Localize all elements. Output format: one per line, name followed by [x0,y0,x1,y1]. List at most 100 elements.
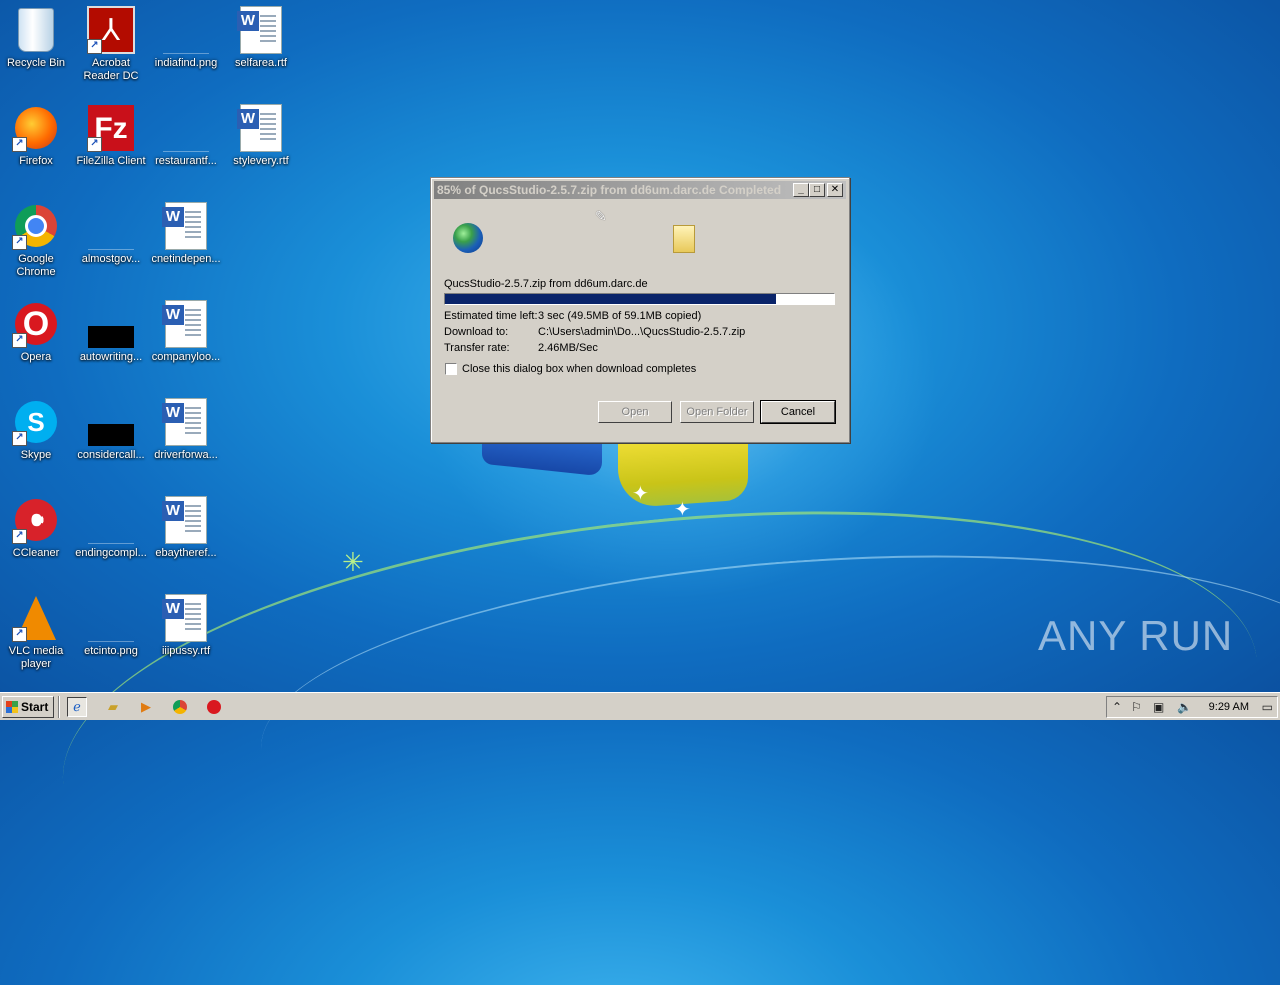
desktop-icon-indiafind[interactable]: indiafind.png [144,6,228,70]
download-file-line: QucsStudio-2.5.7.zip from dd6um.darc.de [444,278,648,290]
open-folder-button[interactable]: Open Folder [680,401,754,423]
image-file-icon [163,125,209,152]
dialog-titlebar[interactable]: 85% of QucsStudio-2.5.7.zip from dd6um.d… [434,181,846,199]
media-player-icon[interactable]: ▶ [136,697,156,717]
desktop-icon-vlc[interactable]: ↗ VLC media player [0,594,78,671]
desktop-icon-label: cnetindepen... [151,253,221,265]
flying-paper-icon: ✎ [595,208,607,224]
minimize-button[interactable]: _ [793,183,809,197]
desktop-icon-label: ebaytheref... [155,547,217,559]
shortcut-arrow-icon: ↗ [12,529,27,544]
desktop-icon-label: indiafind.png [154,57,218,69]
image-file-icon [88,517,134,544]
image-file-icon [163,27,209,54]
explorer-folder-icon[interactable]: ▰ [103,697,123,717]
desktop-icon-ebaytheref[interactable]: W ebaytheref... [144,496,228,560]
desktop-icon-ccleaner[interactable]: C ↗ CCleaner [0,496,78,560]
clock[interactable]: 9:29 AM [1209,701,1249,713]
desktop-icon-acrobat[interactable]: ⅄ ↗ Acrobat Reader DC [69,6,153,83]
desktop-icon-etcinto[interactable]: etcinto.png [69,594,153,658]
desktop-icon-label: Google Chrome [16,253,56,278]
desktop-icon-recycle-bin[interactable]: Recycle Bin [0,6,78,70]
estimated-time-label: Estimated time left: [444,310,538,322]
desktop-icon-considercall[interactable]: considercall... [69,398,153,462]
desktop-icon-label: CCleaner [12,547,60,559]
desktop-icon-opera[interactable]: O ↗ Opera [0,300,78,364]
desktop-icon-label: companyloo... [151,351,221,363]
windows-flag-icon [6,701,18,713]
show-hidden-icons-icon[interactable]: ⌃ [1112,700,1122,714]
word-doc-icon: W [162,496,207,544]
taskbar: Start ℯ ▰ ▶ ⌃ ⚐ ▣ 🔈 9:29 AM ▭ [0,692,1280,720]
desktop-icon-label: restaurantf... [155,155,217,167]
globe-icon [453,223,483,253]
ie-quicklaunch-icon[interactable]: ℯ [67,697,87,717]
desktop-icon-label: autowriting... [79,351,143,363]
desktop-icon-driverforwa[interactable]: W driverforwa... [144,398,228,462]
transfer-rate-label: Transfer rate: [444,342,510,354]
image-file-icon [88,223,134,250]
start-label: Start [21,700,49,714]
desktop-icon-stylevery[interactable]: W stylevery.rtf [219,104,303,168]
open-button[interactable]: Open [598,401,672,423]
desktop-icon-endingcompl[interactable]: endingcompl... [69,496,153,560]
desktop-icon-label: iiipussy.rtf [161,645,211,657]
shortcut-arrow-icon: ↗ [87,39,102,54]
opera-taskbar-icon[interactable] [204,697,224,717]
desktop-icon-label: Recycle Bin [6,57,66,69]
action-center-flag-icon[interactable]: ⚐ [1131,700,1142,714]
close-when-complete-checkbox[interactable] [445,363,457,375]
desktop-icon-label: Skype [20,449,52,461]
cancel-button[interactable]: Cancel [760,400,836,424]
desktop-icon-label: VLC media player [8,645,64,670]
maximize-button[interactable]: □ [809,183,825,197]
download-to-label: Download to: [444,326,509,338]
close-button[interactable]: ✕ [827,183,843,197]
desktop-icon-iiipussy[interactable]: W iiipussy.rtf [144,594,228,658]
word-doc-icon: W [237,104,282,152]
chrome-taskbar-icon[interactable] [170,697,190,717]
download-dialog: 85% of QucsStudio-2.5.7.zip from dd6um.d… [430,177,850,443]
download-to-value: C:\Users\admin\Do...\QucsStudio-2.5.7.zi… [538,326,746,338]
image-file-icon [88,424,134,446]
estimated-time-value: 3 sec (49.5MB of 59.1MB copied) [538,310,702,322]
desktop-icon-autowriting[interactable]: autowriting... [69,300,153,364]
recycle-bin-icon [18,8,54,52]
desktop-icon-almostgov[interactable]: almostgov... [69,202,153,266]
show-desktop-icon[interactable]: ▭ [1262,700,1273,714]
desktop-icon-label: considercall... [77,449,145,461]
start-button[interactable]: Start [2,696,54,718]
desktop-icon-firefox[interactable]: ↗ Firefox [0,104,78,168]
shortcut-arrow-icon: ↗ [12,235,27,250]
desktop-icon-chrome[interactable]: ↗ Google Chrome [0,202,78,279]
desktop-icon-label: driverforwa... [154,449,218,461]
transfer-rate-value: 2.46MB/Sec [538,342,598,354]
desktop-icon-companyloo[interactable]: W companyloo... [144,300,228,364]
desktop-icon-filezilla[interactable]: Fz ↗ FileZilla Client [69,104,153,168]
shortcut-arrow-icon: ↗ [87,137,102,152]
shortcut-arrow-icon: ↗ [12,137,27,152]
volume-icon[interactable]: 🔈 [1177,700,1192,714]
desktop-icon-label: almostgov... [81,253,141,265]
desktop-icon-label: endingcompl... [75,547,147,559]
close-when-complete-label[interactable]: Close this dialog box when download comp… [462,363,696,375]
image-file-icon [88,326,134,348]
desktop-icon-restaurantf[interactable]: restaurantf... [144,104,228,168]
desktop-icon-cnetindepen[interactable]: W cnetindepen... [144,202,228,266]
download-animation: ✎ [445,208,835,278]
download-progress-bar [444,293,835,305]
word-doc-icon: W [162,300,207,348]
system-tray: ⌃ ⚐ ▣ 🔈 9:29 AM ▭ [1106,696,1278,718]
sparkle-icon: ✦ [632,483,649,505]
desktop-icon-label: etcinto.png [84,645,138,657]
word-doc-icon: W [162,202,207,250]
anyrun-watermark: ANY RUN [1038,612,1234,659]
word-doc-icon: W [162,398,207,446]
shortcut-arrow-icon: ↗ [12,627,27,642]
desktop-icon-selfarea[interactable]: W selfarea.rtf [219,6,303,70]
desktop-icon-skype[interactable]: S ↗ Skype [0,398,78,462]
network-icon[interactable]: ▣ [1153,700,1164,714]
desktop-icon-label: Firefox [19,155,53,167]
shortcut-arrow-icon: ↗ [12,431,27,446]
desktop-icon-label: Acrobat Reader DC [83,57,139,82]
